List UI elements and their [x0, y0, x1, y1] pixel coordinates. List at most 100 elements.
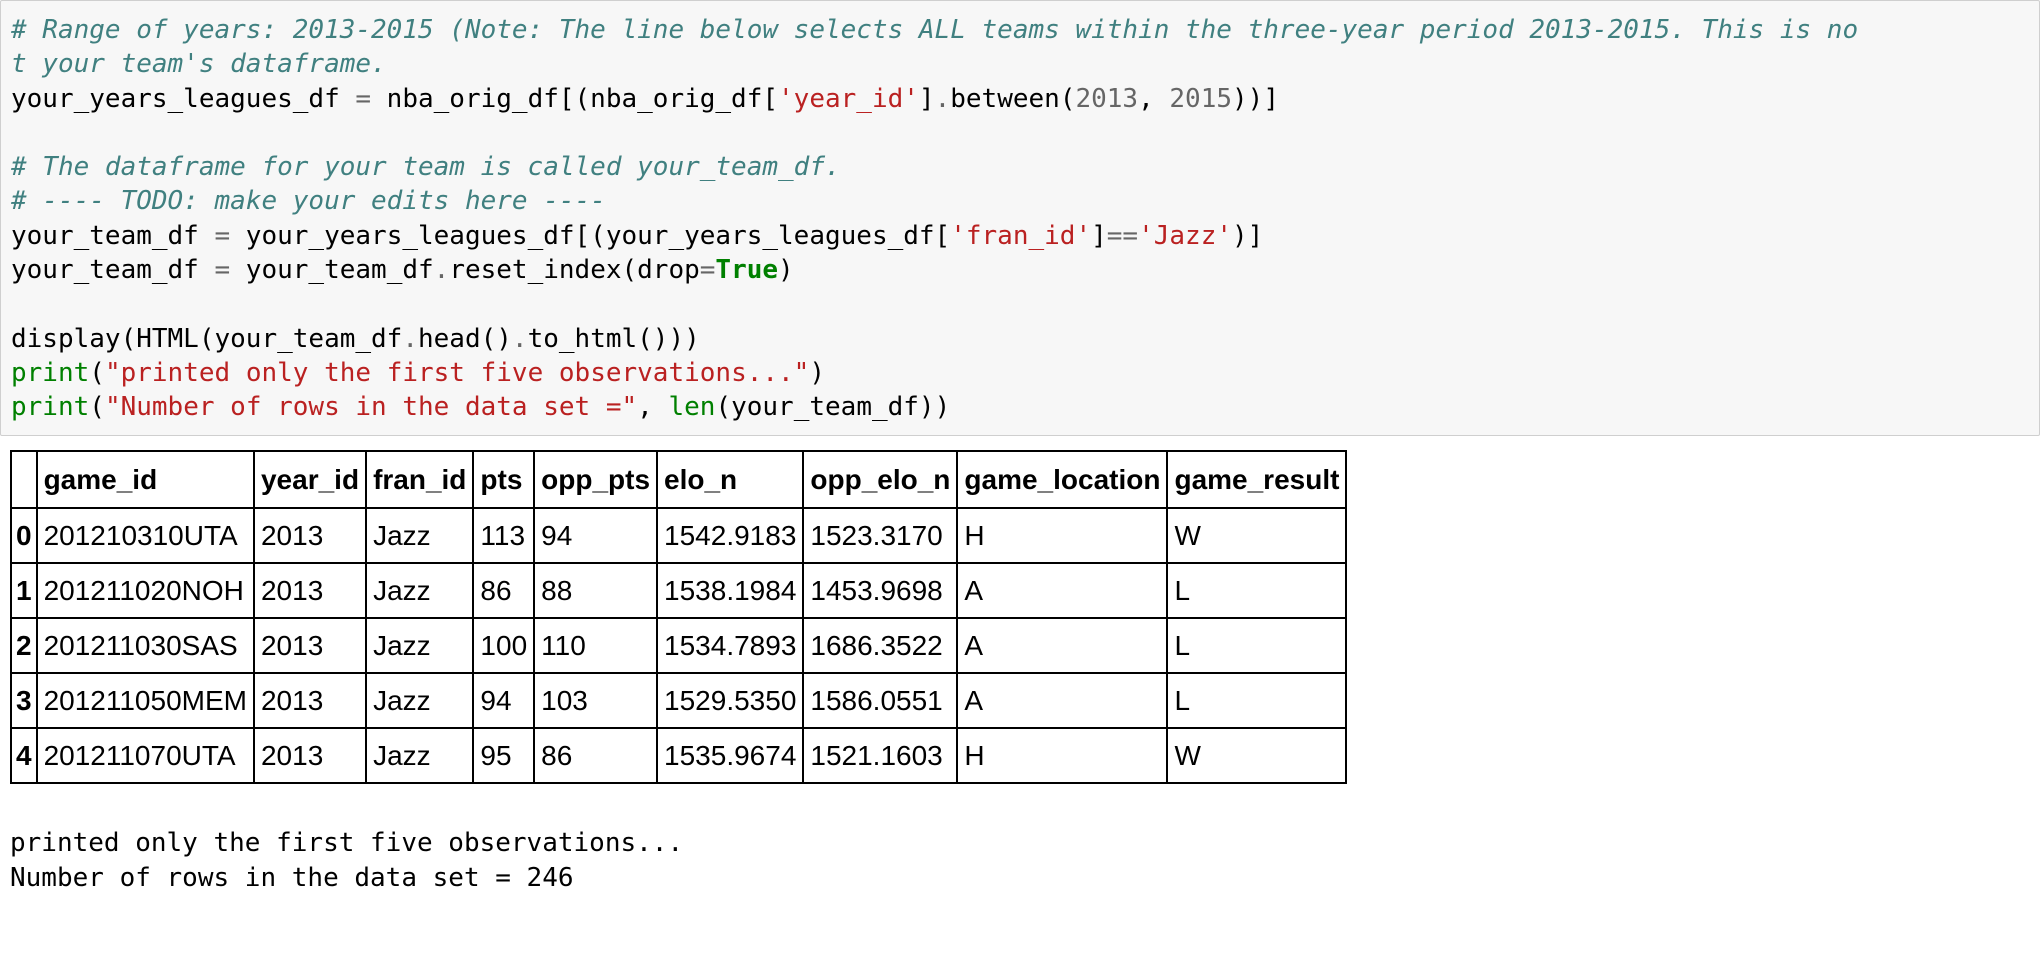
code-builtin: print	[11, 357, 90, 388]
table-cell: 113	[472, 507, 536, 564]
code-keyword: True	[715, 255, 779, 286]
table-cell: Jazz	[365, 672, 475, 729]
table-cell: 2013	[252, 562, 368, 619]
code-token: between(	[950, 83, 1076, 114]
table-cell: 2013	[252, 507, 368, 564]
table-cell: 95	[472, 727, 536, 784]
code-token: your_team_df	[11, 255, 215, 286]
code-line-1: # Range of years: 2013-2015 (Note: The l…	[11, 13, 2029, 47]
dataframe-output-table: game_id year_id fran_id pts opp_pts elo_…	[10, 450, 1348, 784]
table-cell: 86	[472, 562, 536, 619]
code-operator: .	[433, 255, 450, 286]
code-string: 'year_id'	[778, 83, 919, 114]
table-cell: 110	[533, 617, 659, 674]
code-string: "printed only the first five observation…	[104, 357, 810, 388]
code-string: 'Jazz'	[1138, 220, 1232, 251]
column-header: game_result	[1166, 450, 1348, 509]
table-cell: 1538.1984	[656, 562, 805, 619]
table-cell: 201210310UTA	[35, 507, 255, 564]
code-token: )]	[1232, 220, 1264, 251]
table-cell: 2013	[252, 617, 368, 674]
table-cell: 2013	[252, 672, 368, 729]
code-operator: =	[214, 220, 231, 251]
column-header: year_id	[252, 450, 368, 509]
code-token: nba_orig_df[(nba_orig_df[	[371, 83, 779, 114]
column-header: pts	[472, 450, 536, 509]
code-operator: .	[402, 323, 418, 354]
code-comment: # Range of years: 2013-2015 (Note: The l…	[11, 15, 1859, 45]
code-operator: .	[511, 323, 528, 354]
table-cell: 1523.3170	[802, 507, 959, 564]
code-token: head()	[418, 323, 512, 354]
code-token: display(HTML(your_team_df	[11, 323, 403, 354]
code-token: ))]	[1232, 83, 1279, 114]
table-cell: L	[1166, 562, 1348, 619]
row-index: 0	[10, 507, 38, 564]
table-cell: H	[956, 507, 1169, 564]
code-token: ]	[918, 83, 935, 114]
code-operator: =	[214, 255, 231, 286]
column-header: game_id	[35, 450, 255, 509]
table-cell: 94	[472, 672, 536, 729]
code-operator: =	[355, 83, 372, 114]
code-token: your_years_leagues_df	[11, 83, 356, 114]
table-cell: W	[1166, 507, 1348, 564]
table-cell: H	[956, 727, 1169, 784]
table-row: 4 201211070UTA 2013 Jazz 95 86 1535.9674…	[10, 727, 1348, 784]
code-cell-input[interactable]: # Range of years: 2013-2015 (Note: The l…	[0, 0, 2040, 436]
table-row: 3 201211050MEM 2013 Jazz 94 103 1529.535…	[10, 672, 1348, 729]
code-line-10: display(HTML(your_team_df.head().to_html…	[11, 322, 2029, 356]
table-cell: 88	[533, 562, 659, 619]
code-operator: .	[934, 83, 951, 114]
table-cell: Jazz	[365, 562, 475, 619]
column-header: elo_n	[656, 450, 805, 509]
table-row: 2 201211030SAS 2013 Jazz 100 110 1534.78…	[10, 617, 1348, 674]
table-cell: 201211070UTA	[35, 727, 255, 784]
table-cell: Jazz	[365, 507, 475, 564]
code-token: (your_team_df))	[715, 392, 951, 423]
table-cell: 1586.0551	[802, 672, 959, 729]
row-index: 4	[10, 727, 38, 784]
column-header: fran_id	[365, 450, 475, 509]
row-index: 1	[10, 562, 38, 619]
table-cell: Jazz	[365, 617, 475, 674]
table-cell: L	[1166, 672, 1348, 729]
code-line-9-blank	[11, 287, 2029, 321]
code-token: your_years_leagues_df[(your_years_league…	[230, 220, 951, 251]
code-builtin: len	[668, 392, 716, 423]
code-token: ,	[637, 392, 669, 423]
code-line-4-blank	[11, 116, 2029, 150]
stdout-line: printed only the first five observations…	[10, 828, 684, 858]
table-row: 1 201211020NOH 2013 Jazz 86 88 1538.1984…	[10, 562, 1348, 619]
stdout-line: Number of rows in the data set = 246	[10, 862, 574, 893]
code-number: 2013	[1075, 83, 1139, 114]
code-comment: # ---- TODO: make your edits here ----	[11, 186, 606, 217]
code-comment: # The dataframe for your team is called …	[11, 152, 841, 183]
table-cell: L	[1166, 617, 1348, 674]
column-header: game_location	[956, 450, 1169, 509]
code-token: )	[778, 255, 794, 286]
code-line-3: your_years_leagues_df = nba_orig_df[(nba…	[11, 82, 2029, 116]
index-header	[10, 450, 38, 509]
code-comment: t your team's dataframe.	[11, 49, 387, 80]
code-operator: ==	[1106, 220, 1139, 251]
table-cell: 100	[472, 617, 536, 674]
table-cell: A	[956, 617, 1169, 674]
table-cell: 201211050MEM	[35, 672, 255, 729]
code-builtin: print	[11, 392, 90, 423]
code-token: ,	[1138, 83, 1170, 114]
table-cell: 94	[533, 507, 659, 564]
table-cell: 1453.9698	[802, 562, 959, 619]
code-token: reset_index(drop	[449, 255, 700, 286]
table-cell: 201211030SAS	[35, 617, 255, 674]
table-cell: 2013	[252, 727, 368, 784]
code-string: "Number of rows in the data set ="	[104, 392, 638, 423]
table-cell: 1529.5350	[656, 672, 805, 729]
table-cell: A	[956, 562, 1169, 619]
table-row: 0 201210310UTA 2013 Jazz 113 94 1542.918…	[10, 507, 1348, 564]
code-line-7: your_team_df = your_years_leagues_df[(yo…	[11, 219, 2029, 253]
table-cell: Jazz	[365, 727, 475, 784]
code-token: )	[809, 357, 825, 388]
code-token: your_team_df	[11, 220, 215, 251]
code-token: (	[89, 392, 105, 423]
